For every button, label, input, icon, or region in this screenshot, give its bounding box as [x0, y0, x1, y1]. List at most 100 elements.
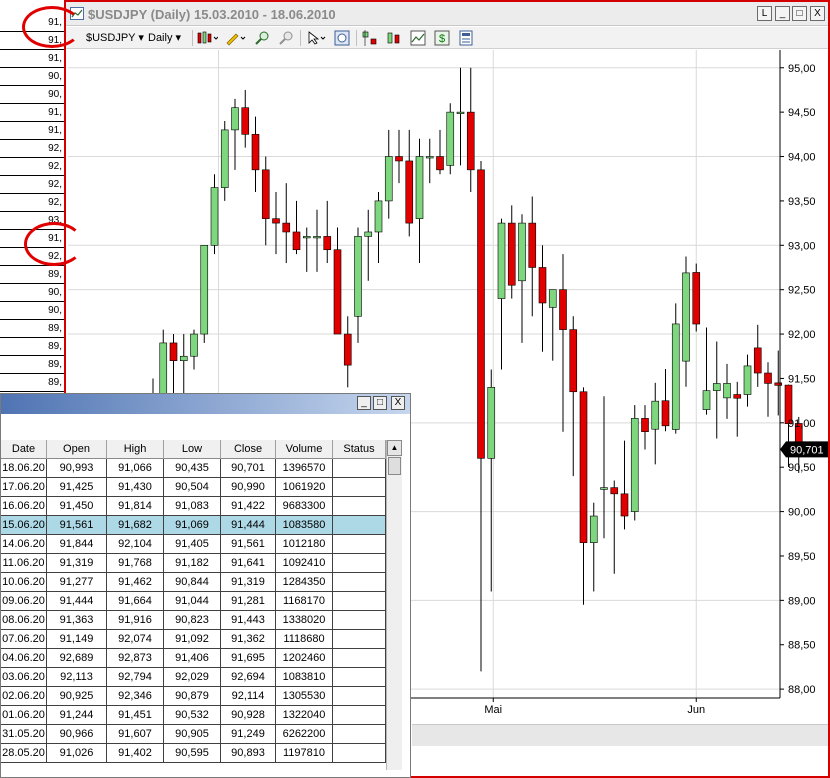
table-close-button[interactable]: X [391, 396, 405, 410]
restore-button[interactable]: L [757, 6, 772, 21]
table-cell-open: 91,444 [47, 592, 107, 610]
candle-body [251, 134, 260, 171]
table-cell-volume: 1396570 [276, 459, 333, 477]
table-cell-date: 11.06.20 [1, 554, 47, 572]
table-row[interactable]: 10.06.20 91,277 91,462 90,844 91,319 1284350 [1, 573, 386, 592]
candle-body [179, 355, 188, 361]
y-tick-label: 95,00 [788, 63, 816, 75]
period-dropdown[interactable]: Daily ▾ [148, 30, 181, 46]
table-cell-date: 09.06.20 [1, 592, 47, 610]
candle-body [733, 394, 742, 399]
background-list-row: 89, [0, 374, 66, 392]
chart-titlebar[interactable]: $USDJPY (Daily) 15.03.2010 - 18.06.2010 … [66, 2, 828, 26]
background-list-row: 92, [0, 158, 66, 176]
table-cell-status [333, 687, 386, 705]
table-row[interactable]: 07.06.20 91,149 92,074 91,092 91,362 1118680 [1, 630, 386, 649]
table-cell-high: 91,462 [107, 573, 164, 591]
table-cell-status [333, 725, 386, 743]
table-cell-status [333, 535, 386, 553]
zoom-in-icon[interactable] [254, 30, 270, 46]
table-cell-date: 04.06.20 [1, 649, 47, 667]
table-cell-close: 91,641 [221, 554, 276, 572]
table-cell-status [333, 554, 386, 572]
table-row[interactable]: 11.06.20 91,319 91,768 91,182 91,641 1092410 [1, 554, 386, 573]
table-row[interactable]: 31.05.20 90,966 91,607 90,905 91,249 6262200 [1, 725, 386, 744]
line-chart-icon[interactable] [410, 30, 426, 46]
table-cell-volume: 1083810 [276, 668, 333, 686]
table-row[interactable]: 08.06.20 91,363 91,916 90,823 91,443 1338020 [1, 611, 386, 630]
scroll-thumb[interactable] [388, 457, 401, 475]
table-cell-open: 91,149 [47, 630, 107, 648]
table-row[interactable]: 16.06.20 91,450 91,814 91,083 91,422 9683300 [1, 497, 386, 516]
table-cell-status [333, 497, 386, 515]
candle-body [630, 418, 639, 512]
table-cell-high: 92,346 [107, 687, 164, 705]
chart-horizontal-scrollbar[interactable] [412, 724, 828, 746]
background-list-row: 92, [0, 194, 66, 212]
symbol-dropdown[interactable]: $USDJPY ▾ [86, 30, 144, 46]
buy-sell-icon[interactable] [362, 30, 378, 46]
minimize-button[interactable]: _ [775, 6, 790, 21]
candle-body [620, 493, 629, 517]
maximize-button[interactable]: □ [792, 6, 807, 21]
table-cell-open: 91,277 [47, 573, 107, 591]
table-cell-date: 01.06.20 [1, 706, 47, 724]
close-button[interactable]: X [810, 6, 825, 21]
candle-body [487, 387, 496, 459]
table-cell-date: 15.06.20 [1, 516, 47, 534]
table-maximize-button[interactable]: □ [373, 396, 387, 410]
table-cell-volume: 6262200 [276, 725, 333, 743]
candles-icon[interactable] [196, 30, 218, 46]
table-cell-volume: 1202460 [276, 649, 333, 667]
pencil-icon[interactable] [224, 30, 246, 46]
table-cell-close: 91,422 [221, 497, 276, 515]
table-titlebar[interactable]: _ □ X [1, 394, 410, 414]
table-row[interactable]: 14.06.20 91,844 92,104 91,405 91,561 1012180 [1, 535, 386, 554]
zoom-out-icon[interactable] [278, 30, 294, 46]
candle-body [302, 236, 311, 239]
table-row[interactable]: 17.06.20 91,425 91,430 90,504 90,990 1061920 [1, 478, 386, 497]
dollar-icon[interactable]: $ [434, 30, 450, 46]
chevron-down-icon: ▾ [138, 32, 144, 44]
table-row[interactable]: 02.06.20 90,925 92,346 90,879 92,114 1305530 [1, 687, 386, 706]
cursor-icon[interactable] [306, 30, 328, 46]
candle-body [272, 218, 280, 224]
table-row[interactable]: 03.06.20 92,113 92,794 92,029 92,694 1083810 [1, 668, 386, 687]
table-cell-close: 91,444 [221, 516, 276, 534]
table-cell-close: 90,701 [221, 459, 276, 477]
table-row[interactable]: 18.06.20 90,993 91,066 90,435 90,701 1396570 [1, 459, 386, 478]
bars-icon[interactable] [386, 30, 402, 46]
table-row[interactable]: 09.06.20 91,444 91,664 91,044 91,281 1168170 [1, 592, 386, 611]
table-cell-low: 90,905 [164, 725, 221, 743]
table-cell-status [333, 744, 386, 762]
table-cell-high: 91,402 [107, 744, 164, 762]
candle-body [743, 365, 752, 395]
table-cell-close: 91,249 [221, 725, 276, 743]
background-list-row: 89, [0, 356, 66, 374]
toolbar-separator [356, 30, 357, 46]
table-row[interactable]: 28.05.20 91,026 91,402 90,595 90,893 1197810 [1, 744, 386, 763]
table-cell-open: 91,244 [47, 706, 107, 724]
candle-body [518, 222, 526, 282]
data-table-window[interactable]: _ □ X Date Open High Low Close Volume Status 1… [0, 393, 411, 778]
candle-body [364, 231, 373, 237]
candle-body [261, 169, 270, 219]
table-row[interactable]: 15.06.20 91,561 91,682 91,069 91,444 1083580 [1, 516, 386, 535]
table-minimize-button[interactable]: _ [357, 396, 371, 410]
template-icon[interactable] [458, 30, 474, 46]
candle-body [200, 244, 209, 335]
table-cell-close: 91,281 [221, 592, 276, 610]
table-cell-date: 08.06.20 [1, 611, 47, 629]
table-vertical-scrollbar[interactable]: ▲ [386, 440, 402, 770]
magnifier-icon[interactable] [334, 30, 350, 46]
background-list-row: 89, [0, 266, 66, 284]
svg-text:$: $ [439, 33, 445, 45]
table-cell-date: 07.06.20 [1, 630, 47, 648]
candle-body [528, 222, 537, 268]
table-cell-open: 90,993 [47, 459, 107, 477]
scroll-up-icon[interactable]: ▲ [387, 440, 402, 456]
table-row[interactable]: 01.06.20 91,244 91,451 90,532 90,928 1322040 [1, 706, 386, 725]
candle-body [292, 231, 301, 251]
table-row[interactable]: 04.06.20 92,689 92,873 91,406 91,695 1202460 [1, 649, 386, 668]
table-cell-open: 92,113 [47, 668, 107, 686]
